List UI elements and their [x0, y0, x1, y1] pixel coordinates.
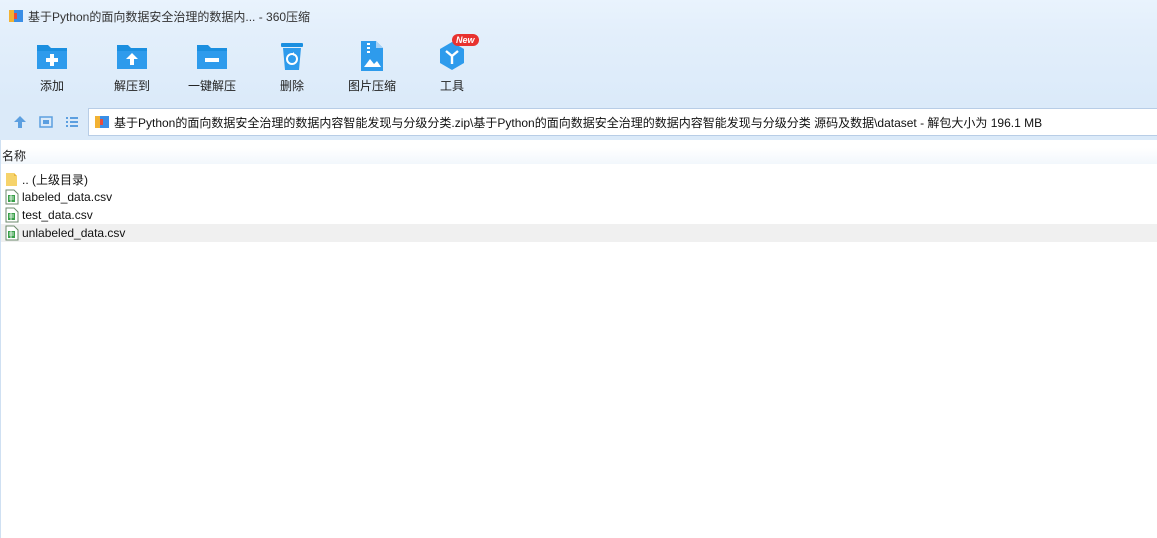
- zip-archive-icon: [95, 116, 109, 128]
- image-compress-button[interactable]: 图片压缩: [332, 38, 412, 98]
- title-bar: 基于Python的面向数据安全治理的数据内... - 360压缩: [0, 0, 1157, 32]
- delete-icon: [281, 43, 303, 70]
- csv-file-icon: [5, 225, 19, 241]
- extract-to-button[interactable]: 解压到: [92, 38, 172, 98]
- path-field[interactable]: 基于Python的面向数据安全治理的数据内容智能发现与分级分类.zip\基于Py…: [88, 108, 1157, 136]
- one-click-extract-icon: [197, 45, 227, 69]
- file-name: labeled_data.csv: [22, 190, 113, 204]
- address-bar: 基于Python的面向数据安全治理的数据内容智能发现与分级分类.zip\基于Py…: [0, 104, 1157, 140]
- list-item-file[interactable]: test_data.csv: [1, 206, 1157, 224]
- delete-button[interactable]: 删除: [252, 38, 332, 98]
- window-title: 基于Python的面向数据安全治理的数据内... - 360压缩: [28, 9, 311, 24]
- thumbnail-view-icon[interactable]: [38, 114, 54, 130]
- column-header-name[interactable]: 名称: [1, 148, 1157, 164]
- add-button[interactable]: 添加: [12, 38, 92, 98]
- list-view-icon[interactable]: [64, 114, 80, 130]
- extract-to-icon: [117, 45, 147, 69]
- tools-button[interactable]: New 工具: [412, 34, 492, 98]
- add-icon: [37, 45, 67, 69]
- file-name: test_data.csv: [22, 208, 93, 222]
- add-label: 添加: [39, 79, 64, 93]
- csv-file-icon: [5, 189, 19, 205]
- delete-label: 删除: [279, 79, 304, 93]
- toolbar: 添加 解压到 一键解压 删除 图片压缩 New 工具: [0, 32, 1157, 104]
- up-level-icon[interactable]: [12, 114, 28, 130]
- image-compress-label: 图片压缩: [347, 79, 396, 93]
- file-name: unlabeled_data.csv: [22, 226, 126, 240]
- file-list: 名称 .. (上级目录) labeled_data.csv test_data.…: [0, 140, 1157, 538]
- file-name: .. (上级目录): [22, 172, 88, 187]
- archive-app-icon: [9, 10, 23, 22]
- csv-file-icon: [5, 207, 19, 223]
- one-click-extract-button[interactable]: 一键解压: [172, 38, 252, 98]
- folder-icon: [6, 173, 17, 186]
- list-item-file[interactable]: unlabeled_data.csv: [1, 224, 1157, 242]
- path-text: 基于Python的面向数据安全治理的数据内容智能发现与分级分类.zip\基于Py…: [114, 115, 1043, 130]
- extract-to-label: 解压到: [113, 79, 150, 93]
- image-compress-icon: [361, 41, 383, 71]
- one-click-extract-label: 一键解压: [187, 79, 236, 93]
- new-badge: New: [452, 34, 479, 46]
- tools-label: 工具: [439, 79, 464, 93]
- list-item-parent-dir[interactable]: .. (上级目录): [1, 170, 1157, 188]
- list-item-file[interactable]: labeled_data.csv: [1, 188, 1157, 206]
